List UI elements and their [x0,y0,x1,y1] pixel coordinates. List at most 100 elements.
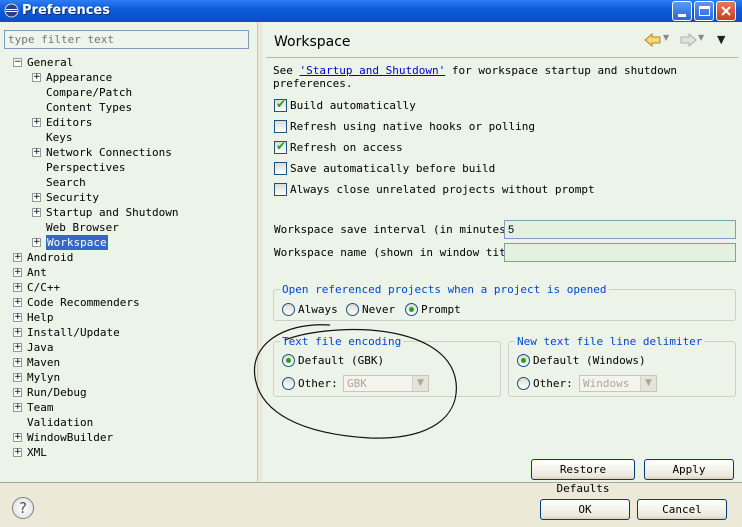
expand-icon[interactable]: + [32,73,41,82]
open-referenced-title: Open referenced projects when a project … [280,283,609,296]
tree-item-label: Network Connections [46,146,172,159]
minimize-icon [678,14,686,17]
open-referenced-group: Open referenced projects when a project … [273,283,736,321]
expand-icon[interactable]: + [32,148,41,157]
ok-button[interactable]: OK [540,499,630,520]
tree-item-label: Compare/Patch [46,86,133,99]
back-arrow-icon[interactable] [644,33,662,47]
checkbox[interactable] [274,162,287,175]
expand-icon[interactable]: + [13,433,22,442]
checkbox[interactable] [274,139,287,154]
back-dropdown-icon[interactable]: ▼ [663,33,669,42]
tree-item-label: Run/Debug [27,386,87,399]
delimiter-default-label: Default (Windows) [533,354,646,367]
radio-prompt-indicator[interactable] [405,303,418,316]
tree-item-label: Startup and Shutdown [46,206,179,219]
tree-item-label: General [27,56,74,69]
workspace-name-field[interactable] [504,243,736,262]
header-separator [266,57,738,58]
expand-icon[interactable]: + [13,403,22,412]
expand-icon[interactable]: + [13,268,22,277]
startup-shutdown-link[interactable]: 'Startup and Shutdown' [300,64,446,77]
expand-icon[interactable]: + [13,343,22,352]
line-delimiter-title: New text file line delimiter [515,335,705,348]
footer-separator [0,482,742,483]
tree-item-label: Workspace [46,235,108,250]
expand-icon[interactable]: + [13,358,22,367]
dialog-client: −General + Appearance Compare/Patch Content … [0,22,742,527]
desc-prefix: See [273,64,300,77]
chevron-down-icon: ▼ [412,376,428,391]
tree-item-label: Maven [27,356,61,369]
forward-arrow-icon [680,33,697,47]
close-icon [721,6,731,16]
radio-always-label: Always [298,303,338,316]
apply-button[interactable]: Apply [644,459,734,480]
radio-always-indicator[interactable] [282,303,295,316]
text-encoding-title: Text file encoding [280,335,404,348]
tree-item-label: WindowBuilder [27,431,114,444]
radio-prompt-label: Prompt [421,303,461,316]
tree-item-label: Validation [27,416,94,429]
delimiter-other-combo: Windows ▼ [579,375,657,392]
checkbox[interactable] [274,183,287,196]
expand-icon[interactable]: + [13,388,22,397]
workspace-name-label: Workspace name (shown in window title): [274,246,533,259]
tree-item-label: Install/Update [27,326,120,339]
minimize-button[interactable] [672,1,692,21]
tree-item-label: Help [27,311,54,324]
tree-item-label: Team [27,401,54,414]
expand-icon[interactable]: + [13,373,22,382]
expand-icon[interactable]: + [32,193,41,202]
close-button[interactable] [716,1,736,21]
tree-item-label: Perspectives [46,161,126,174]
checkbox-label: Save automatically before build [290,162,496,175]
page-title: Workspace [274,34,351,50]
checkbox-label: Build automatically [290,99,416,112]
filter-input[interactable] [4,30,249,49]
maximize-button[interactable] [694,1,714,21]
radio-never-label: Never [362,303,396,316]
expand-icon[interactable]: + [13,313,22,322]
tree-item-label: Mylyn [27,371,61,384]
save-interval-label: Workspace save interval (in minutes): [274,223,520,236]
expand-icon[interactable]: + [13,328,22,337]
collapse-icon[interactable]: − [13,58,22,67]
expand-icon[interactable]: + [32,208,41,217]
restore-defaults-button[interactable]: Restore Defaults [531,459,635,495]
expand-icon[interactable]: + [13,283,22,292]
cancel-button[interactable]: Cancel [637,499,727,520]
expand-icon[interactable]: + [32,238,41,247]
tree-item-label: Java [27,341,54,354]
encoding-default-indicator[interactable] [282,354,295,367]
help-icon[interactable]: ? [12,497,34,519]
preferences-tree-pane: −General + Appearance Compare/Patch Content … [0,22,258,482]
checkbox[interactable] [274,97,287,112]
view-menu-icon[interactable]: ▼ [717,33,725,46]
save-interval-field[interactable] [504,220,736,239]
tree-item-label: Keys [46,131,73,144]
delimiter-default-indicator[interactable] [517,354,530,367]
tree-item-label: Web Browser [46,221,119,234]
encoding-other-combo: GBK ▼ [343,375,429,392]
radio-never-indicator[interactable] [346,303,359,316]
expand-icon[interactable]: + [13,448,22,457]
tree-item-label: Appearance [46,71,113,84]
chevron-down-icon: ▼ [640,376,656,391]
expand-icon[interactable]: + [32,118,41,127]
eclipse-window-icon [4,3,19,18]
line-delimiter-group: New text file line delimiter Default (Wi… [508,335,736,397]
window-title: Preferences [22,3,110,18]
tree-item-label: Editors [46,116,93,129]
encoding-other-indicator[interactable] [282,377,295,390]
checkbox-label: Always close unrelated projects without … [290,183,595,196]
delimiter-other-label: Other: [533,377,573,390]
expand-icon[interactable]: + [13,253,22,262]
tree-item-label: Security [46,191,99,204]
checkbox[interactable] [274,120,287,133]
tree-item-label: Search [46,176,86,189]
tree-item-label: C/C++ [27,281,61,294]
delimiter-other-indicator[interactable] [517,377,530,390]
tree-item-label: XML [27,446,47,459]
expand-icon[interactable]: + [13,298,22,307]
